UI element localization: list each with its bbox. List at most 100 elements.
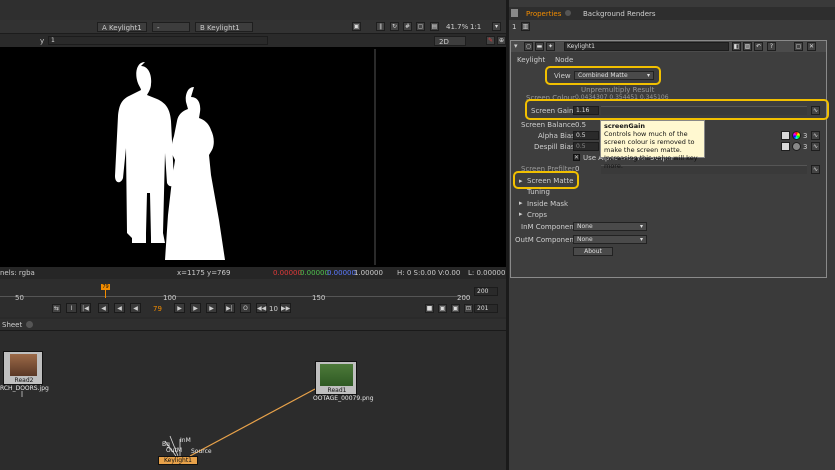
lock-icon[interactable]: ⊕ <box>497 36 506 45</box>
screen-matte-arrow-icon[interactable]: ▸ <box>519 177 523 185</box>
crops-arrow-icon[interactable]: ▸ <box>519 210 523 218</box>
play-forward-button[interactable]: ▶ <box>174 303 185 313</box>
pin-icon[interactable]: ▥ <box>521 22 530 31</box>
input-b-dropdown[interactable]: B Keylight1 <box>195 22 253 32</box>
subtab-keylight[interactable]: Keylight <box>517 56 545 64</box>
next-increment-button[interactable]: ▶ <box>206 303 217 313</box>
paint-icon[interactable]: ✎ <box>486 36 495 45</box>
viewer-status-bar: nels: rgba x=1175 y=769 0.00000 0.00000 … <box>0 267 506 279</box>
frame-field[interactable]: 1 <box>48 36 268 45</box>
despill-bias-anim-icon[interactable]: ∿ <box>811 142 820 151</box>
tab-background-renders[interactable]: Background Renders <box>583 10 656 18</box>
despill-bias-field[interactable]: 0.5 <box>573 142 599 151</box>
skip-back-button[interactable]: ◀◀ <box>256 303 267 313</box>
record-icon[interactable]: ■ <box>425 304 434 313</box>
prev-increment-button[interactable]: ◀ <box>130 303 141 313</box>
pane-menu-icon[interactable] <box>511 9 518 17</box>
viewer-canvas[interactable] <box>0 47 506 267</box>
alpha-bias-anim-icon[interactable]: ∿ <box>811 131 820 140</box>
help-icon[interactable]: ? <box>767 42 776 51</box>
luma-readout: L: 0.00000 <box>468 269 506 277</box>
read1-node[interactable]: Read1 <box>315 361 357 395</box>
skip-forward-button[interactable]: ▶▶ <box>280 303 291 313</box>
screen-gain-label: Screen Gain <box>531 107 574 115</box>
current-frame-field[interactable]: 79 <box>153 305 162 313</box>
keylight-node-title: Keylight1 <box>164 457 192 464</box>
roi-icon[interactable]: ▣ <box>352 22 361 31</box>
collapse-icon[interactable]: ▾ <box>514 42 518 50</box>
maximize-icon[interactable]: ▢ <box>794 42 803 51</box>
node-graph[interactable]: Read2 RCH_DOORS.jpg Read1 OOTAGE_00079.p… <box>0 331 506 470</box>
tab-properties[interactable]: Properties <box>526 10 561 18</box>
next-keyframe-button[interactable]: ▶| <box>224 303 235 313</box>
screen-prefilter-anim-icon[interactable]: ∿ <box>811 165 820 174</box>
screen-balance-value[interactable]: 0.5 <box>575 121 586 129</box>
zoom-readout[interactable]: 41.7% <box>446 23 468 31</box>
timeline-ruler[interactable]: 79 50 100 150 200 <box>0 284 470 302</box>
keylight-node[interactable]: Keylight1 <box>158 456 198 465</box>
nodegraph-tabbar: Sheet <box>0 319 506 331</box>
tab-nodegraph[interactable]: Sheet <box>2 321 22 329</box>
refresh-icon[interactable]: ↻ <box>390 22 399 31</box>
prev-keyframe-button[interactable]: |◀ <box>80 303 91 313</box>
cache-button[interactable]: O <box>240 303 251 313</box>
about-button[interactable]: About <box>573 247 613 256</box>
despill-bias-swatch-icon[interactable] <box>781 142 790 151</box>
coords-readout: x=1175 y=769 <box>177 269 231 277</box>
screen-gain-slider[interactable] <box>601 106 807 115</box>
play-back-button[interactable]: ◀ <box>114 303 125 313</box>
despill-bias-wheel-icon[interactable] <box>792 142 801 151</box>
step-back-button[interactable]: ◀ <box>98 303 109 313</box>
ratio-readout[interactable]: 1:1 <box>470 23 481 31</box>
panel-header: ▾ ○ ▬ ✦ Keylight1 ◧ ▨ ↶ ? ▢ ✕ <box>511 41 826 52</box>
range-start-field[interactable]: 200 <box>474 287 498 296</box>
alpha-bias-field[interactable]: 0.5 <box>573 131 599 140</box>
inside-mask-arrow-icon[interactable]: ▸ <box>519 199 523 207</box>
inside-mask-group[interactable]: Inside Mask <box>527 200 568 208</box>
screen-gain-anim-icon[interactable]: ∿ <box>811 106 820 115</box>
node-settings-icon[interactable]: ▬ <box>535 42 544 51</box>
hsv-readout: H: 0 S:0.00 V:0.00 <box>397 269 461 277</box>
screen-matte-group[interactable]: Screen Matte <box>527 177 573 185</box>
wand-icon[interactable]: ✦ <box>546 42 555 51</box>
tab-properties-close[interactable] <box>565 10 571 16</box>
despill-bias-count: 3 <box>803 143 808 151</box>
view-mode-dropdown[interactable]: 2D <box>434 36 466 46</box>
revert-icon[interactable]: ◧ <box>732 42 741 51</box>
float-icon[interactable]: ▨ <box>743 42 752 51</box>
subtab-node[interactable]: Node <box>555 56 573 64</box>
view-dropdown[interactable]: Combined Matte ▾ <box>574 71 654 80</box>
alpha-bias-wheel-icon[interactable] <box>792 131 801 140</box>
node-name-field[interactable]: Keylight1 <box>564 42 729 51</box>
alpha-bias-count: 3 <box>803 132 808 140</box>
outm-component-dropdown[interactable]: None ▾ <box>573 235 647 244</box>
despill-bias-value: 0.5 <box>576 143 586 150</box>
crops-group[interactable]: Crops <box>527 211 547 219</box>
input-a-dropdown[interactable]: A Keylight1 <box>97 22 147 32</box>
read2-node[interactable]: Read2 <box>3 351 43 385</box>
flipbook-icon[interactable]: ▣ <box>451 304 460 313</box>
first-frame-button[interactable]: I <box>66 303 77 313</box>
mask-icon[interactable]: ▢ <box>416 22 425 31</box>
step-forward-button[interactable]: ▶ <box>190 303 201 313</box>
tab-close-icon[interactable] <box>26 321 33 328</box>
range-end-field[interactable]: 201 <box>474 304 498 313</box>
use-alpha-bias-checkbox[interactable]: ✕ <box>573 154 580 161</box>
clip-icon[interactable]: ▤ <box>430 22 439 31</box>
red-readout: 0.00000 <box>273 269 302 277</box>
wipe-dropdown[interactable]: - <box>152 22 190 32</box>
tuning-group[interactable]: Tuning <box>527 188 550 196</box>
render-icon[interactable]: ▣ <box>438 304 447 313</box>
node-color-icon[interactable]: ○ <box>524 42 533 51</box>
viewer-settings-icon[interactable]: ▾ <box>492 22 501 31</box>
step-field[interactable]: 10 <box>269 305 278 313</box>
screen-gain-field[interactable]: 1.16 <box>573 106 599 115</box>
alpha-bias-swatch-icon[interactable] <box>781 131 790 140</box>
bounds-icon[interactable]: ⊡ <box>464 304 473 313</box>
close-panel-icon[interactable]: ✕ <box>807 42 816 51</box>
grid-icon[interactable]: # <box>403 22 412 31</box>
loop-icon[interactable]: ⇆ <box>52 304 61 313</box>
inm-component-dropdown[interactable]: None ▾ <box>573 222 647 231</box>
undo-icon[interactable]: ↶ <box>754 42 763 51</box>
pause-icon[interactable]: ∥ <box>376 22 385 31</box>
